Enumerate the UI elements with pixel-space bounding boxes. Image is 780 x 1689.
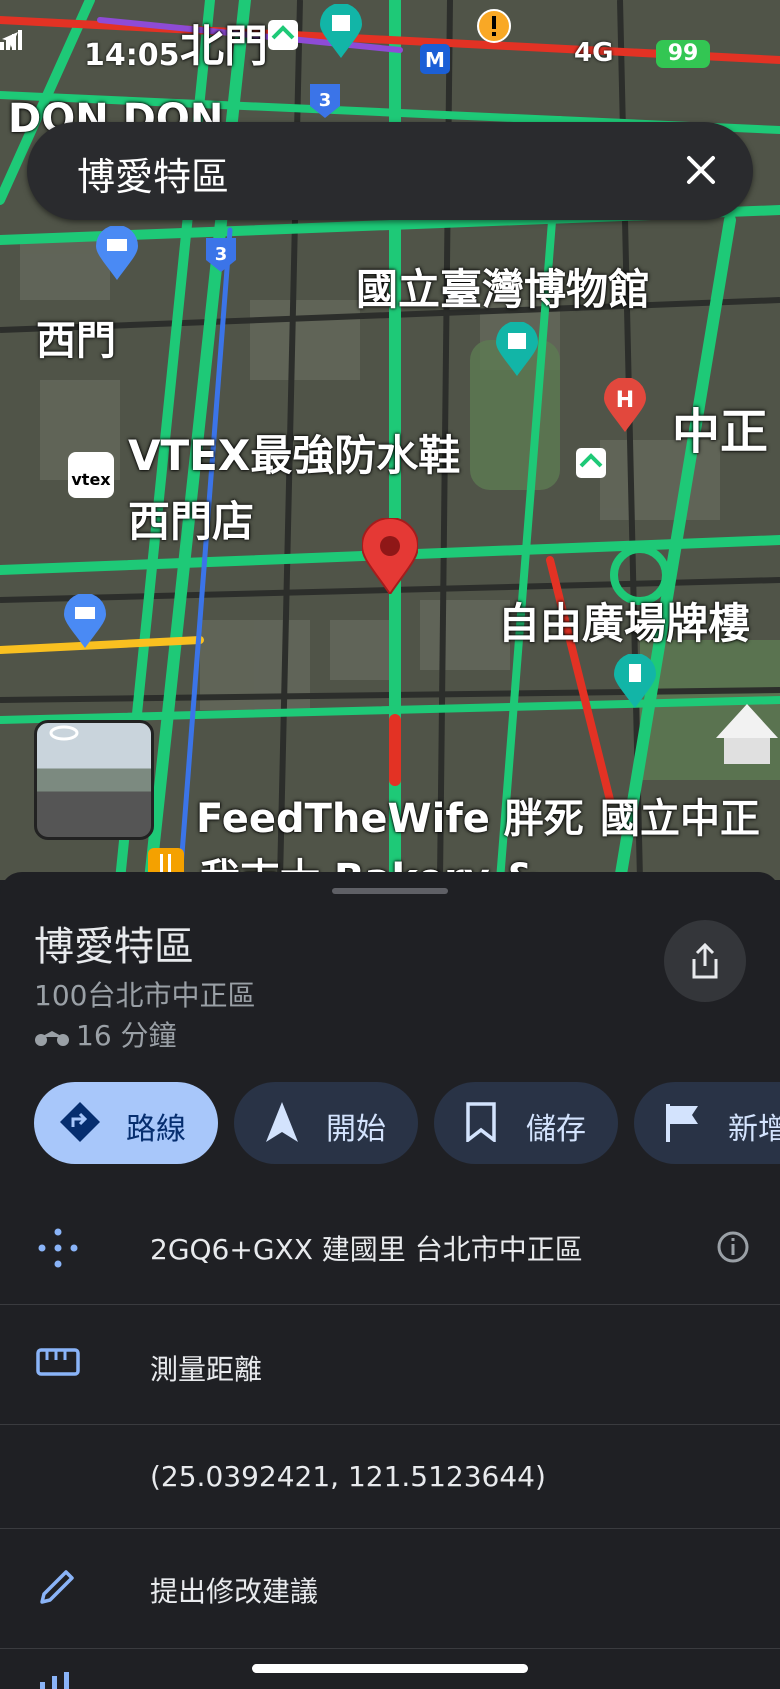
signal-icon	[0, 30, 22, 50]
travel-time: 16 分鐘	[34, 1014, 177, 1054]
plus-code-row[interactable]: 2GQ6+GXX 建國里 台北市中正區	[0, 1188, 780, 1305]
chart-icon	[40, 1672, 69, 1689]
directions-icon	[60, 1102, 100, 1142]
shopping-pin-icon[interactable]	[96, 226, 138, 280]
place-details-sheet[interactable]: 博愛特區 100台北市中正區 16 分鐘 路線 開始 儲存 新增 2GQ6+GX…	[0, 872, 780, 1689]
battery-indicator: 99	[656, 40, 710, 68]
ruler-icon	[36, 1348, 80, 1376]
start-button[interactable]: 開始	[234, 1082, 418, 1164]
map-label-zhongzheng[interactable]: 中正	[672, 392, 768, 462]
map-label-vtex[interactable]: VTEX最強防水鞋	[128, 422, 460, 483]
map-label-liberty-square[interactable]: 自由廣場牌樓	[498, 590, 750, 651]
home-indicator[interactable]	[252, 1664, 528, 1673]
shopping-pin-icon[interactable]	[64, 594, 106, 648]
suggest-edit-label: 提出修改建議	[150, 1575, 319, 1608]
vtex-logo[interactable]: vtex	[68, 452, 114, 498]
map-label-vtex-branch[interactable]: 西門店	[128, 488, 254, 549]
status-time: 14:05	[84, 38, 180, 73]
map-label-feedthewife[interactable]: FeedTheWife 胖死	[196, 786, 584, 844]
measure-distance-row[interactable]: 測量距離	[0, 1304, 780, 1425]
bookmark-icon	[466, 1102, 496, 1142]
travel-time-label: 16 分鐘	[76, 1019, 177, 1052]
map-label-museum[interactable]: 國立臺灣博物館	[356, 256, 650, 317]
directions-button[interactable]: 路線	[34, 1082, 218, 1164]
measure-distance-label: 測量距離	[150, 1353, 263, 1386]
route-shield-icon[interactable]: 3	[206, 238, 236, 272]
place-address: 100台北市中正區	[34, 979, 256, 1012]
search-bar[interactable]: 博愛特區	[27, 122, 753, 220]
flag-icon	[666, 1104, 698, 1142]
navigation-arrow-icon	[266, 1102, 298, 1142]
start-label: 開始	[326, 1112, 386, 1147]
street-view-thumbnail[interactable]	[34, 720, 154, 840]
plus-code-icon	[38, 1228, 78, 1268]
hospital-pin-icon[interactable]: H	[604, 378, 646, 432]
share-button[interactable]	[664, 920, 746, 1002]
sheet-drag-handle[interactable]	[332, 888, 448, 894]
svg-text:H: H	[616, 388, 634, 413]
motorcycle-icon	[35, 1031, 69, 1046]
route-shield-number: 3	[215, 244, 228, 265]
museum-pin-icon[interactable]	[496, 322, 538, 376]
network-type: 4G	[574, 38, 614, 68]
landmark-pin-icon[interactable]	[614, 654, 656, 708]
add-button[interactable]: 新增	[634, 1082, 780, 1164]
map-label-national-zheng[interactable]: 國立中正	[600, 786, 760, 844]
pencil-icon	[40, 1570, 74, 1604]
suggest-edit-row[interactable]: 提出修改建議	[0, 1528, 780, 1649]
selected-location-pin-icon[interactable]	[362, 518, 418, 594]
directions-label: 路線	[126, 1112, 186, 1147]
coordinates-row[interactable]: (25.0392421, 121.5123644)	[0, 1424, 780, 1529]
route-shield-icon[interactable]: 3	[310, 84, 340, 118]
plus-code-text: 2GQ6+GXX 建國里 台北市中正區	[150, 1233, 583, 1266]
memorial-hall-icon[interactable]	[714, 700, 780, 770]
action-chips: 路線 開始 儲存 新增	[34, 1082, 780, 1166]
map-label-ximen[interactable]: 西門	[36, 308, 116, 366]
share-icon	[692, 942, 718, 979]
route-shield-number: 3	[319, 90, 332, 111]
close-icon[interactable]	[681, 150, 721, 190]
status-bar: 14:05 4G 99	[0, 30, 780, 80]
train-station-icon[interactable]	[576, 448, 606, 478]
save-button[interactable]: 儲存	[434, 1082, 618, 1164]
add-label: 新增	[728, 1112, 780, 1147]
save-label: 儲存	[526, 1112, 586, 1147]
search-query[interactable]: 博愛特區	[77, 146, 229, 201]
street-view-rotate-icon	[49, 725, 79, 741]
place-title: 博愛特區	[34, 924, 194, 970]
info-icon[interactable]	[716, 1230, 750, 1264]
coordinates-text: (25.0392421, 121.5123644)	[150, 1460, 546, 1493]
